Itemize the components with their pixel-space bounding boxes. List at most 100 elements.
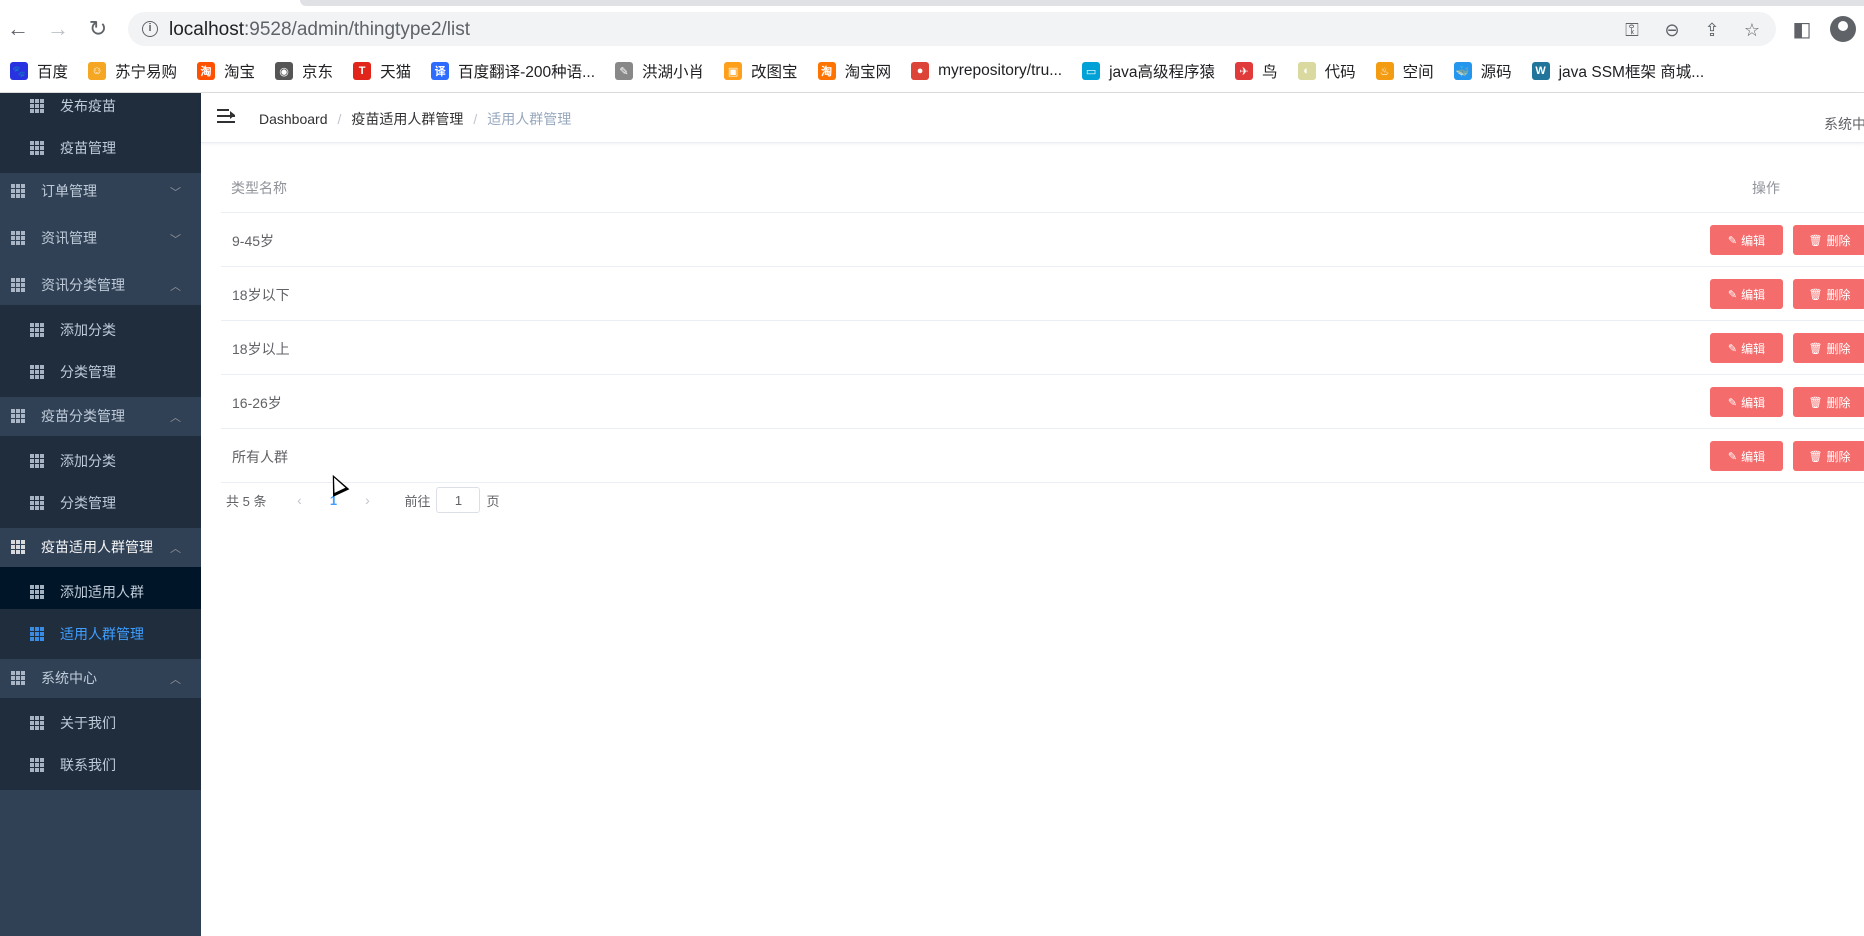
- edit-button-label: 编辑: [1741, 395, 1766, 410]
- table-icon: [11, 671, 25, 685]
- site-info-icon[interactable]: i: [142, 21, 158, 37]
- bookmark-item[interactable]: ◐ 代码: [1297, 60, 1356, 82]
- sidebar-menu-item[interactable]: 疫苗适用人群管理 ︿: [0, 522, 201, 572]
- pagination-total: 共 5 条: [226, 493, 267, 509]
- table-icon: [30, 454, 44, 468]
- sidebar-menu-item[interactable]: 系统中心 ︿: [0, 653, 201, 703]
- delete-button-label: 删除: [1826, 449, 1851, 464]
- bookmark-label: 百度: [37, 64, 69, 81]
- sidebar-submenu-item[interactable]: 分类管理: [0, 347, 201, 397]
- bookmark-favicon-icon: 淘: [197, 62, 216, 80]
- bookmark-item[interactable]: T 天猫: [353, 60, 411, 82]
- sidebar-menu-item[interactable]: 订单管理 ﹀: [0, 166, 201, 216]
- goto-page-input[interactable]: 1: [436, 487, 481, 513]
- cell-type-name: 18岁以上: [232, 341, 290, 357]
- bookmark-item[interactable]: 淘淘宝: [197, 60, 255, 82]
- key-icon[interactable]: ⚿: [1620, 18, 1644, 42]
- sidebar-menu-item[interactable]: 疫苗分类管理 ︿: [0, 391, 201, 441]
- url-text[interactable]: localhost:9528/admin/thingtype2/list: [169, 19, 470, 41]
- sidebar-menu-item[interactable]: 资讯分类管理 ︿: [0, 260, 201, 310]
- prev-page-icon[interactable]: ‹: [284, 492, 314, 508]
- sidebar-item-label: 疫苗适用人群管理: [41, 539, 153, 555]
- chevron-up-icon: ︿: [170, 674, 181, 686]
- bookmark-item[interactable]: ● myrepository/tru...: [911, 62, 1062, 80]
- sidebar-item-label: 添加适用人群: [60, 584, 144, 600]
- bookmark-item[interactable]: Wjava SSM框架 商城...: [1531, 60, 1704, 82]
- bookmark-item[interactable]: 淘淘宝网: [817, 60, 892, 82]
- sidebar-menu-item[interactable]: 资讯管理 ﹀: [0, 213, 201, 263]
- profile-avatar[interactable]: [1830, 16, 1856, 42]
- sidebar-item-label: 适用人群管理: [60, 626, 144, 642]
- sidebar-submenu-item[interactable]: 联系我们: [0, 740, 201, 790]
- breadcrumb-separator: /: [337, 111, 342, 127]
- breadcrumb-item-dashboard[interactable]: Dashboard: [259, 111, 328, 127]
- bookmark-item[interactable]: ☺ 苏宁易购: [88, 60, 177, 82]
- breadcrumb-item-group[interactable]: 疫苗适用人群管理: [351, 109, 463, 129]
- sidebar-item-label: 分类管理: [60, 495, 116, 511]
- sidebar-item-label: 发布疫苗: [60, 98, 116, 114]
- edit-button[interactable]: ✎ 编辑: [1710, 441, 1783, 471]
- bookmark-item[interactable]: ♨ 空间: [1375, 60, 1434, 82]
- share-icon[interactable]: ⇪: [1700, 18, 1724, 42]
- sidebar-item-label: 添加分类: [60, 453, 116, 469]
- sidebar-item-label: 疫苗管理: [60, 140, 116, 156]
- bookmark-favicon-icon: 译: [431, 62, 450, 80]
- bookmark-favicon-icon: ☺: [88, 62, 107, 80]
- cell-type-name: 所有人群: [232, 449, 288, 465]
- bookmark-item[interactable]: ▣ 改图宝: [724, 60, 798, 82]
- goto-prefix: 前往: [404, 493, 431, 509]
- sidebar-item-label: 系统中心: [41, 670, 97, 686]
- bookmark-favicon-icon: ♨: [1375, 62, 1394, 80]
- bookmark-item[interactable]: 译百度翻译-200种语...: [431, 60, 595, 82]
- sidebar-submenu-item[interactable]: 适用人群管理: [0, 609, 201, 659]
- cell-type-name: 9-45岁: [232, 233, 275, 249]
- chevron-down-icon: ﹀: [170, 234, 181, 246]
- data-table: 类型名称 操作 9-45岁 ✎ 编辑 🗑 删除 18岁以下 ✎ 编辑 🗑 删除 18岁以上 ✎ 编辑 🗑 删…: [221, 161, 1864, 483]
- delete-button[interactable]: 🗑 删除: [1793, 441, 1864, 471]
- sidebar-item-label: 订单管理: [41, 183, 97, 199]
- bookmark-label: 淘宝网: [844, 64, 892, 81]
- bookmark-label: 源码: [1480, 64, 1512, 81]
- next-page-icon[interactable]: ›: [352, 492, 382, 508]
- bookmark-item[interactable]: ✎ 洪湖小肖: [615, 60, 704, 82]
- table-row: 18岁以上 ✎ 编辑 🗑 删除: [221, 321, 1864, 375]
- sidebar-item-label: 资讯分类管理: [41, 277, 125, 293]
- user-menu[interactable]: 系统中: [1824, 114, 1864, 134]
- table-icon: [30, 365, 44, 379]
- sidebar-item-label: 分类管理: [60, 364, 116, 380]
- bookmark-item[interactable]: ✈ 鸟: [1235, 60, 1278, 82]
- sidebar-submenu-item[interactable]: 分类管理: [0, 478, 201, 528]
- edit-icon: ✎: [1727, 234, 1738, 247]
- bookmark-item[interactable]: 🐾 百度: [10, 60, 68, 82]
- table-icon: [30, 585, 44, 599]
- bookmark-label: 淘宝: [224, 64, 256, 81]
- breadcrumb-separator: /: [473, 111, 478, 127]
- bookmark-label: java高级程序猿: [1109, 64, 1216, 81]
- table-icon: [11, 409, 25, 423]
- delete-button[interactable]: 🗑 删除: [1793, 333, 1864, 363]
- trash-icon: 🗑: [1808, 234, 1823, 247]
- table-icon: [30, 716, 44, 730]
- edit-button[interactable]: ✎ 编辑: [1710, 225, 1783, 255]
- bookmark-item[interactable]: ◉ 京东: [275, 60, 333, 82]
- delete-button[interactable]: 🗑 删除: [1793, 387, 1864, 417]
- bookmark-label: 苏宁易购: [115, 64, 178, 81]
- forward-icon[interactable]: →: [44, 15, 72, 43]
- star-icon[interactable]: ☆: [1740, 18, 1764, 42]
- side-panel-icon[interactable]: ◧: [1788, 15, 1816, 43]
- address-bar[interactable]: i localhost:9528/admin/thingtype2/list ⚿…: [128, 12, 1776, 46]
- edit-button[interactable]: ✎ 编辑: [1710, 279, 1783, 309]
- breadcrumb-item-current: 适用人群管理: [487, 111, 572, 127]
- hamburger-icon[interactable]: [217, 109, 235, 125]
- delete-button[interactable]: 🗑 删除: [1793, 225, 1864, 255]
- delete-button[interactable]: 🗑 删除: [1793, 279, 1864, 309]
- zoom-icon[interactable]: ⊖: [1660, 18, 1684, 42]
- edit-button[interactable]: ✎ 编辑: [1710, 387, 1783, 417]
- reload-icon[interactable]: ↻: [84, 15, 112, 43]
- edit-button[interactable]: ✎ 编辑: [1710, 333, 1783, 363]
- bookmark-item[interactable]: ▭ java高级程序猿: [1082, 60, 1215, 82]
- edit-button-label: 编辑: [1741, 233, 1766, 248]
- back-icon[interactable]: ←: [4, 15, 32, 43]
- breadcrumb: Dashboard / 疫苗适用人群管理 / 适用人群管理: [259, 109, 571, 129]
- bookmark-item[interactable]: 🐳 源码: [1453, 60, 1512, 82]
